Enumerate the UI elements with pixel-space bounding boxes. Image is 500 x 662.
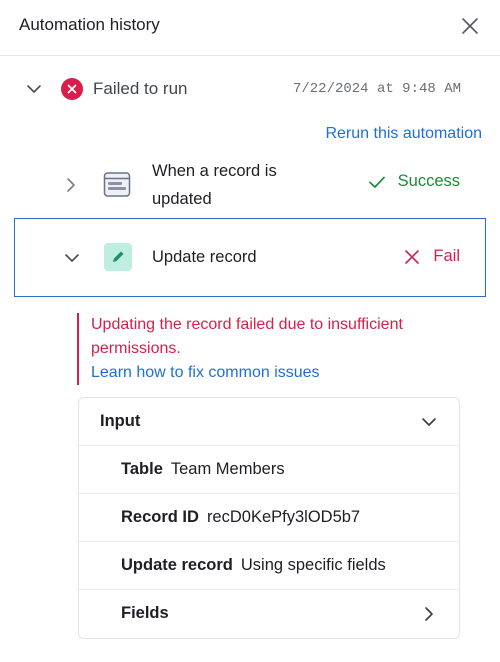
error-message-block: Updating the record failed due to insuff… (77, 313, 477, 385)
check-icon (368, 176, 385, 188)
run-timestamp: 7/22/2024 at 9:48 AM (292, 81, 461, 97)
step-label: Update record (152, 248, 257, 266)
chevron-down-icon[interactable] (26, 81, 42, 97)
record-trigger-icon (103, 172, 131, 197)
field-value: Team Members (170, 460, 285, 478)
failed-status-icon (61, 78, 83, 100)
step-update-record[interactable]: Update record Fail (14, 218, 486, 297)
input-field-row: Record ID recD0KePfy3lOD5b7 (79, 494, 459, 542)
field-key: Update record (121, 556, 233, 574)
field-value: Using specific fields (240, 556, 386, 574)
input-title: Input (100, 412, 141, 430)
field-key: Table (121, 460, 163, 478)
field-value: recD0KePfy3lOD5b7 (206, 508, 361, 526)
input-panel: Input Table Team Members Record ID recD0Ke… (78, 397, 460, 639)
input-field-row-fields[interactable]: Fields (79, 590, 459, 638)
step-result-success: Success (368, 172, 460, 191)
run-summary-row[interactable]: Failed to run 7/22/2024 at 9:48 AM (0, 70, 500, 108)
pencil-icon (104, 243, 132, 271)
panel-title: Automation history (19, 15, 160, 34)
step-result-label: Success (397, 172, 460, 190)
chevron-down-icon[interactable] (421, 414, 437, 430)
chevron-right-icon[interactable] (63, 177, 79, 193)
help-link[interactable]: Learn how to fix common issues (91, 361, 320, 385)
input-field-row: Table Team Members (79, 446, 459, 494)
input-field-row: Update record Using specific fields (79, 542, 459, 590)
chevron-right-icon[interactable] (421, 606, 437, 622)
close-icon[interactable] (458, 14, 482, 38)
step-label: When a record is updated (152, 162, 277, 208)
step-result-fail: Fail (403, 247, 460, 266)
error-message: Updating the record failed due to insuff… (91, 316, 403, 357)
panel-header: Automation history (0, 0, 500, 56)
input-header-row[interactable]: Input (79, 398, 459, 446)
field-key: Record ID (121, 508, 199, 526)
run-status-text: Failed to run (93, 79, 188, 98)
step-result-label: Fail (433, 247, 460, 265)
chevron-down-icon[interactable] (64, 250, 80, 266)
rerun-automation-link[interactable]: Rerun this automation (325, 125, 482, 143)
x-icon (405, 249, 420, 264)
field-key: Fields (121, 604, 169, 622)
